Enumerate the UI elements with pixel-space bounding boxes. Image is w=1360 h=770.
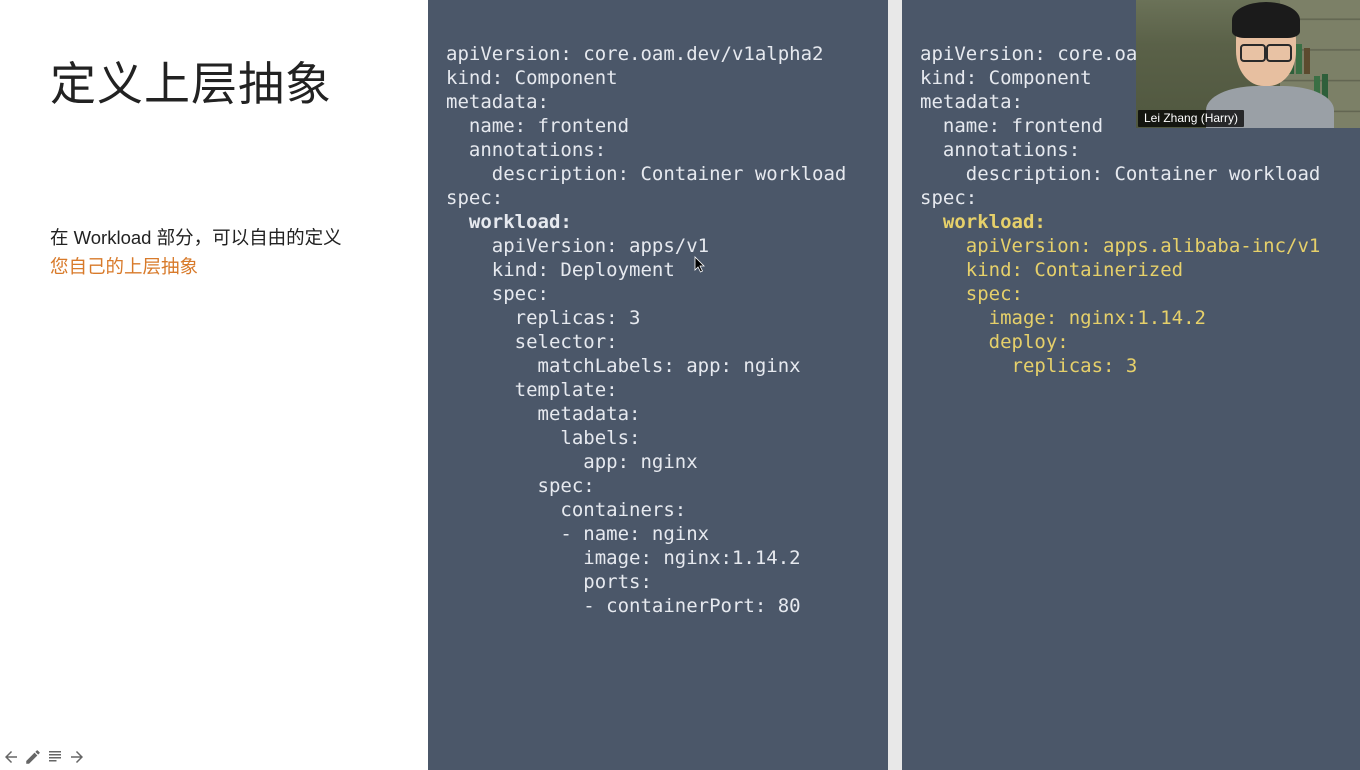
code-line: image: nginx:1.14.2 [446, 547, 801, 569]
glasses-icon [1240, 44, 1292, 60]
notes-button[interactable] [46, 748, 64, 766]
code-line: image: nginx:1.14.2 [920, 307, 1206, 329]
webcam-overlay: Lei Zhang (Harry) [1136, 0, 1360, 128]
code-line: metadata: [920, 91, 1023, 113]
arrow-left-icon [2, 748, 20, 766]
code-line: containers: [446, 499, 686, 521]
code-line: kind: Component [446, 67, 618, 89]
pencil-icon [24, 748, 42, 766]
code-line: app: nginx [446, 451, 698, 473]
code-line: spec: [446, 475, 595, 497]
code-line-workload: workload: [446, 211, 572, 233]
code-line: labels: [446, 427, 640, 449]
code-line: description: Container workload [920, 163, 1320, 185]
code-line: deploy: [920, 331, 1069, 353]
code-line-workload: workload: [920, 211, 1046, 233]
code-line: spec: [920, 283, 1023, 305]
code-panel-left: apiVersion: core.oam.dev/v1alpha2 kind: … [428, 0, 888, 770]
code-line: name: frontend [920, 115, 1103, 137]
code-line: selector: [446, 331, 618, 353]
subtitle-highlight: 您自己的上层抽象 [50, 256, 198, 277]
presenter-hair [1232, 2, 1300, 38]
presenter-name-tag: Lei Zhang (Harry) [1138, 110, 1244, 127]
code-line: metadata: [446, 403, 640, 425]
notes-icon [46, 748, 64, 766]
code-line: spec: [446, 187, 503, 209]
subtitle-line-1: 在 Workload 部分，可以自由的定义 [50, 227, 342, 248]
code-line: kind: Component [920, 67, 1092, 89]
edit-slide-button[interactable] [24, 748, 42, 766]
left-panel: 定义上层抽象 在 Workload 部分，可以自由的定义 您自己的上层抽象 [0, 0, 428, 770]
slide-title: 定义上层抽象 [50, 48, 392, 114]
code-line: name: frontend [446, 115, 629, 137]
code-line: spec: [920, 187, 977, 209]
code-line: replicas: 3 [920, 355, 1137, 377]
code-line: apiVersion: apps.alibaba-inc/v1 [920, 235, 1320, 257]
slide-subtitle: 在 Workload 部分，可以自由的定义 您自己的上层抽象 [50, 224, 392, 281]
code-line: description: Container workload [446, 163, 846, 185]
code-line: annotations: [920, 139, 1080, 161]
prev-slide-button[interactable] [2, 748, 20, 766]
code-line: apiVersion: core.oam.dev/v1alpha2 [446, 43, 824, 65]
code-line: - name: nginx [446, 523, 709, 545]
slide-toolbar [2, 748, 86, 766]
code-line: annotations: [446, 139, 606, 161]
code-line: template: [446, 379, 618, 401]
arrow-right-icon [68, 748, 86, 766]
code-line: apiVersion: apps/v1 [446, 235, 709, 257]
code-line: kind: Deployment [446, 259, 675, 281]
next-slide-button[interactable] [68, 748, 86, 766]
code-line: matchLabels: app: nginx [446, 355, 801, 377]
code-line: metadata: [446, 91, 549, 113]
code-line: - containerPort: 80 [446, 595, 801, 617]
code-line: ports: [446, 571, 652, 593]
code-line: kind: Containerized [920, 259, 1183, 281]
code-line: spec: [446, 283, 549, 305]
code-line: replicas: 3 [446, 307, 640, 329]
